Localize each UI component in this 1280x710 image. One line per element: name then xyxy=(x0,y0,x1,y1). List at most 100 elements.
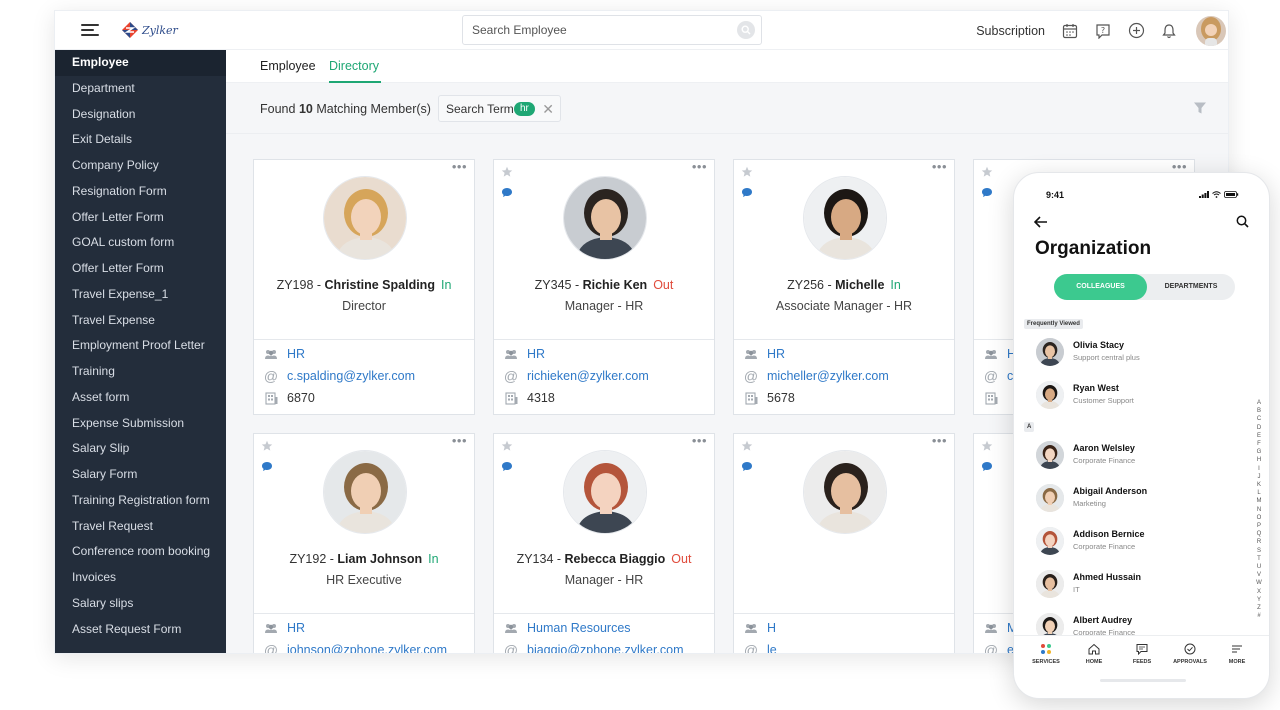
tab-approvals[interactable]: APPROVALS xyxy=(1166,641,1214,665)
department-link[interactable]: Human Resources xyxy=(527,621,631,635)
help-icon[interactable]: ? xyxy=(1094,22,1112,40)
employee-photo[interactable] xyxy=(563,450,647,534)
bell-icon[interactable] xyxy=(1160,22,1178,40)
employee-card[interactable]: ••• ZY345 - Richie Ken Out Manager - HR HR @ r… xyxy=(493,159,715,415)
more-options-icon[interactable]: ••• xyxy=(692,433,707,448)
filter-icon[interactable] xyxy=(1193,101,1207,115)
star-icon[interactable] xyxy=(501,165,513,183)
back-arrow-icon[interactable] xyxy=(1033,215,1048,233)
employee-name[interactable]: Richie Ken xyxy=(583,278,648,292)
phone-search-icon[interactable] xyxy=(1236,215,1249,233)
sidebar-item-asset-form[interactable]: Asset form xyxy=(55,385,226,411)
menu-icon[interactable] xyxy=(81,24,99,37)
close-icon[interactable]: ✕ xyxy=(542,101,554,117)
chat-icon[interactable] xyxy=(981,185,993,203)
sidebar-item-travel-request[interactable]: Travel Request xyxy=(55,514,226,540)
chat-icon[interactable] xyxy=(501,459,513,477)
sidebar-item-salary-slips[interactable]: Salary slips xyxy=(55,591,226,617)
tab-home[interactable]: HOME xyxy=(1070,641,1118,665)
chat-icon[interactable] xyxy=(741,185,753,203)
employee-name[interactable]: Michelle xyxy=(835,278,884,292)
contact-item[interactable]: Ahmed Hussain IT xyxy=(1036,569,1246,603)
email-link[interactable]: micheller@zylker.com xyxy=(767,369,889,383)
employee-photo[interactable] xyxy=(803,450,887,534)
employee-card[interactable]: ••• ZY192 - Liam Johnson In HR Executive HR @… xyxy=(253,433,475,653)
search-input[interactable] xyxy=(463,16,723,44)
chat-icon[interactable] xyxy=(501,185,513,203)
more-options-icon[interactable]: ••• xyxy=(452,433,467,448)
email-link[interactable]: richieken@zylker.com xyxy=(527,369,649,383)
email-link[interactable]: johnson@zphone.zylker.com xyxy=(287,643,447,653)
sidebar-item-salary-form[interactable]: Salary Form xyxy=(55,462,226,488)
employee-card[interactable]: ••• ZY256 - Michelle In Associate Manager -… xyxy=(733,159,955,415)
user-avatar[interactable] xyxy=(1196,15,1226,46)
tab-services[interactable]: SERVICES xyxy=(1022,641,1070,665)
more-options-icon[interactable]: ••• xyxy=(932,433,947,448)
department-link[interactable]: HR xyxy=(527,347,545,361)
employee-photo[interactable] xyxy=(563,176,647,260)
subscription-link[interactable]: Subscription xyxy=(976,24,1045,38)
employee-name[interactable]: Christine Spalding xyxy=(325,278,435,292)
alphabet-index[interactable]: A B C D E F G H I J K L M N O P Q R S T … xyxy=(1254,399,1264,620)
employee-card[interactable]: ••• ZY198 - Christine Spalding In Director H… xyxy=(253,159,475,415)
sidebar-item-employee[interactable]: Employee xyxy=(55,50,226,76)
contact-item[interactable]: Addison Bernice Corporate Finance xyxy=(1036,526,1246,560)
tab-directory[interactable]: Directory xyxy=(329,59,379,73)
sidebar-item-invoices[interactable]: Invoices xyxy=(55,565,226,591)
star-icon[interactable] xyxy=(501,439,513,457)
sidebar-item-expense-submission[interactable]: Expense Submission xyxy=(55,411,226,437)
email-link[interactable]: biaggio@zphone.zylker.com xyxy=(527,643,684,653)
sidebar-item-offer-letter-form-2[interactable]: Offer Letter Form xyxy=(55,256,226,282)
sidebar-item-exit-details[interactable]: Exit Details xyxy=(55,127,226,153)
sidebar-item-salary-slip[interactable]: Salary Slip xyxy=(55,436,226,462)
sidebar-item-conference-room-booking[interactable]: Conference room booking xyxy=(55,539,226,565)
segment-colleagues[interactable]: COLLEAGUES xyxy=(1054,274,1147,300)
sidebar-item-company-policy[interactable]: Company Policy xyxy=(55,153,226,179)
more-options-icon[interactable]: ••• xyxy=(692,159,707,174)
email-link[interactable]: le xyxy=(767,643,777,653)
chat-icon[interactable] xyxy=(741,459,753,477)
sidebar-item-travel-expense[interactable]: Travel Expense xyxy=(55,308,226,334)
calendar-icon[interactable] xyxy=(1061,22,1079,40)
employee-card[interactable]: ••• ZY134 - Rebecca Biaggio Out Manager - H… xyxy=(493,433,715,653)
department-link[interactable]: HR xyxy=(287,347,305,361)
sidebar-item-employment-proof-letter[interactable]: Employment Proof Letter xyxy=(55,333,226,359)
search-box[interactable] xyxy=(462,15,762,45)
sidebar-item-designation[interactable]: Designation xyxy=(55,102,226,128)
contact-item[interactable]: Olivia Stacy Support central plus xyxy=(1036,337,1246,371)
chat-icon[interactable] xyxy=(981,459,993,477)
star-icon[interactable] xyxy=(981,439,993,457)
add-icon[interactable] xyxy=(1127,22,1145,40)
sidebar-item-offer-letter-form[interactable]: Offer Letter Form xyxy=(55,205,226,231)
brand-logo[interactable]: Zylker xyxy=(121,21,178,39)
contact-item[interactable]: Abigail Anderson Marketing xyxy=(1036,483,1246,517)
employee-card[interactable]: ••• H @ le xyxy=(733,433,955,653)
more-options-icon[interactable]: ••• xyxy=(932,159,947,174)
segment-departments[interactable]: DEPARTMENTS xyxy=(1147,274,1235,300)
sidebar-item-asset-request-form[interactable]: Asset Request Form xyxy=(55,617,226,643)
sidebar-item-training[interactable]: Training xyxy=(55,359,226,385)
employee-name[interactable]: Rebecca Biaggio xyxy=(565,552,666,566)
department-link[interactable]: HR xyxy=(767,347,785,361)
email-link[interactable]: c.spalding@zylker.com xyxy=(287,369,415,383)
star-icon[interactable] xyxy=(981,165,993,183)
tab-employee[interactable]: Employee xyxy=(260,59,316,73)
department-link[interactable]: HR xyxy=(287,621,305,635)
chat-icon[interactable] xyxy=(261,459,273,477)
search-icon[interactable] xyxy=(737,21,755,39)
employee-photo[interactable] xyxy=(803,176,887,260)
sidebar-item-resignation-form[interactable]: Resignation Form xyxy=(55,179,226,205)
tab-more[interactable]: MORE xyxy=(1213,641,1261,665)
department-link[interactable]: H xyxy=(767,621,776,635)
employee-photo[interactable] xyxy=(323,450,407,534)
contact-item[interactable]: Aaron Welsley Corporate Finance xyxy=(1036,440,1246,474)
employee-photo[interactable] xyxy=(323,176,407,260)
star-icon[interactable] xyxy=(741,165,753,183)
sidebar-item-travel-expense-1[interactable]: Travel Expense_1 xyxy=(55,282,226,308)
star-icon[interactable] xyxy=(741,439,753,457)
sidebar-item-training-registration-form[interactable]: Training Registration form xyxy=(55,488,226,514)
star-icon[interactable] xyxy=(261,439,273,457)
sidebar-item-goal-custom-form[interactable]: GOAL custom form xyxy=(55,230,226,256)
sidebar-item-department[interactable]: Department xyxy=(55,76,226,102)
contact-item[interactable]: Ryan West Customer Support xyxy=(1036,380,1246,414)
